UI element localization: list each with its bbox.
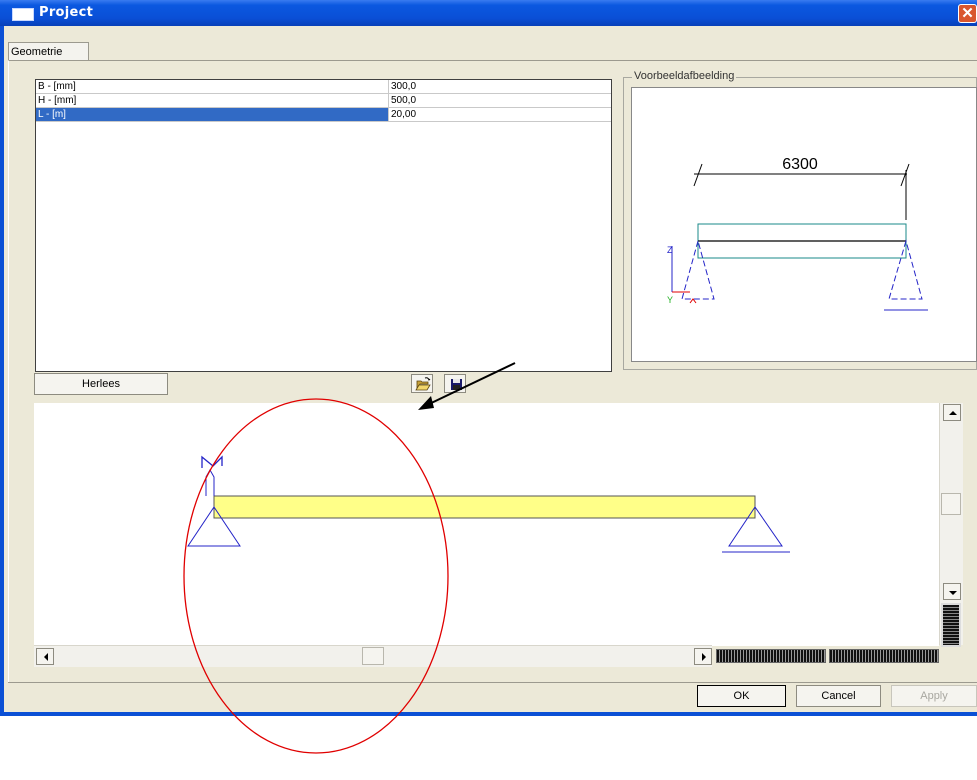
dimension-tick — [900, 163, 910, 187]
local-axis-arrow — [205, 468, 215, 496]
y-axis-label: Y — [667, 295, 673, 305]
dimension-text: 6300 — [782, 156, 818, 173]
z-axis-label: Z — [667, 245, 673, 255]
annotation-arrow-line — [424, 362, 516, 407]
annotation-arrow-head — [418, 396, 434, 410]
model-drawing — [187, 455, 790, 553]
annotation-overlay — [183, 362, 516, 754]
beam[interactable] — [213, 495, 756, 519]
annotation-circle — [183, 398, 449, 754]
drawing-overlay: 6300 Z Y — [183, 156, 928, 754]
dimension-tick — [693, 163, 703, 187]
x-axis-arrow — [689, 298, 697, 304]
preview-drawing: 6300 Z Y — [667, 156, 928, 311]
